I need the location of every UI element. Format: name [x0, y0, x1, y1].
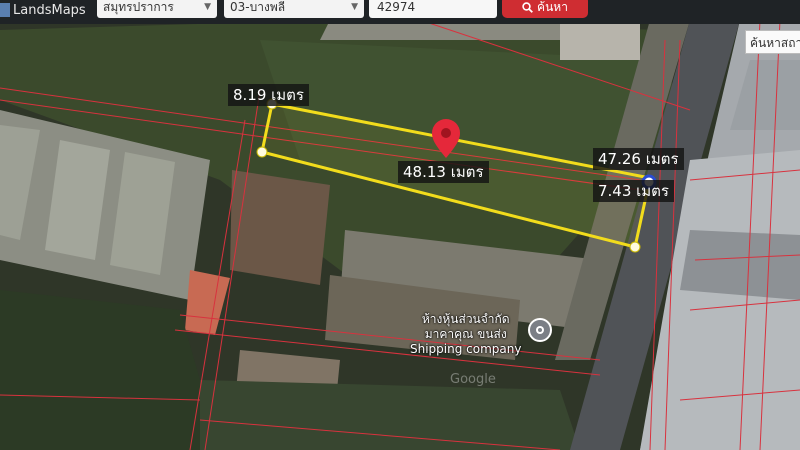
parcel-vertex	[256, 146, 268, 158]
chevron-down-icon: ▼	[351, 2, 358, 12]
search-button[interactable]: ค้นหา	[502, 0, 588, 18]
poi-label[interactable]: ห้างหุ้นส่วนจำกัด มาคาคุณ ขนส่ง Shipping…	[410, 312, 521, 357]
measure-label-left: 8.19 เมตร	[228, 84, 309, 106]
parcel-number-input[interactable]: 42974	[369, 0, 497, 18]
parcel-vertex	[629, 241, 641, 253]
measure-label-bottom: 7.43 เมตร	[593, 180, 674, 202]
app-name: LandsMaps	[13, 2, 86, 18]
search-place-button[interactable]: ค้นหาสถานที่	[745, 30, 800, 54]
district-select[interactable]: 03-บางพลี ▼	[224, 0, 364, 18]
toolbar: LandsMaps สมุทรปราการ ▼ 03-บางพลี ▼ 4297…	[0, 0, 800, 24]
province-value: สมุทรปราการ	[103, 0, 174, 14]
measure-label-top: 48.13 เมตร	[398, 161, 489, 183]
province-select[interactable]: สมุทรปราการ ▼	[97, 0, 217, 18]
measure-label-right: 47.26 เมตร	[593, 148, 684, 170]
parcel-number-value: 42974	[377, 0, 416, 14]
chevron-down-icon: ▼	[204, 2, 211, 12]
map-canvas	[0, 0, 800, 450]
poi-name-line1: ห้างหุ้นส่วนจำกัด	[421, 312, 510, 326]
logo-icon	[0, 3, 10, 17]
app-brand[interactable]: LandsMaps	[0, 0, 86, 20]
search-icon	[522, 1, 533, 13]
poi-name-line2: มาคาคุณ ขนส่ง	[424, 327, 507, 341]
map-watermark: Google	[450, 372, 496, 387]
district-value: 03-บางพลี	[230, 0, 286, 14]
search-button-label: ค้นหา	[537, 0, 568, 14]
poi-category: Shipping company	[410, 342, 522, 356]
place-marker-icon[interactable]	[528, 318, 552, 342]
satellite-map[interactable]: 8.19 เมตร 48.13 เมตร 47.26 เมตร 7.43 เมต…	[0, 0, 800, 450]
